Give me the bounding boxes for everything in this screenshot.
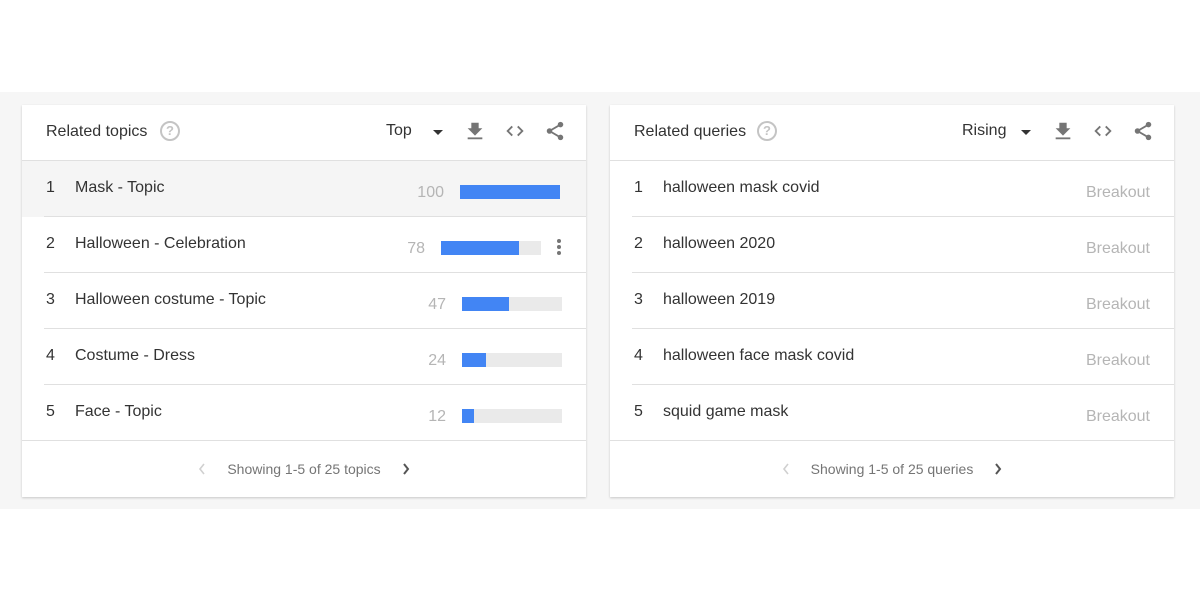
rank: 5 — [46, 403, 55, 420]
topic-bar-fill — [441, 241, 519, 255]
topic-label[interactable]: Face - Topic — [75, 403, 162, 421]
related-topics-card: Related topics ? Top 1 Mask - Topic 100 … — [22, 105, 586, 497]
chevron-left-icon — [199, 463, 205, 475]
rank: 2 — [634, 235, 643, 252]
prev-page-button[interactable] — [195, 459, 209, 479]
help-icon[interactable]: ? — [757, 121, 777, 141]
next-page-button[interactable] — [399, 459, 413, 479]
pagination-text: Showing 1-5 of 25 topics — [227, 461, 381, 477]
topic-bar-fill — [460, 185, 560, 199]
topic-label[interactable]: Costume - Dress — [75, 347, 195, 365]
topic-row[interactable]: 4 Costume - Dress 24 — [22, 329, 586, 385]
query-row[interactable]: 1 halloween mask covid Breakout — [610, 161, 1174, 217]
query-label[interactable]: halloween mask covid — [663, 179, 820, 197]
topic-bar — [462, 409, 562, 423]
pagination-text: Showing 1-5 of 25 queries — [810, 461, 974, 477]
card-title: Related queries — [634, 123, 747, 140]
topic-bar-fill — [462, 409, 474, 423]
query-label[interactable]: squid game mask — [663, 403, 788, 421]
query-label[interactable]: halloween face mask covid — [663, 347, 854, 365]
rank: 4 — [46, 347, 55, 364]
rank: 3 — [46, 291, 55, 308]
topic-value: 12 — [428, 408, 446, 425]
query-value: Breakout — [1085, 184, 1150, 201]
related-queries-card: Related queries ? Rising 1 halloween mas… — [610, 105, 1174, 497]
topic-bar — [441, 241, 541, 255]
query-value: Breakout — [1085, 240, 1150, 257]
query-label[interactable]: halloween 2019 — [663, 291, 775, 309]
rank: 4 — [634, 347, 643, 364]
share-icon[interactable] — [1132, 120, 1154, 142]
card-header: Related topics ? Top — [22, 105, 586, 161]
card-title: Related topics — [46, 123, 148, 140]
topic-value: 78 — [407, 240, 425, 257]
topic-value: 100 — [417, 184, 444, 201]
query-value: Breakout — [1085, 296, 1150, 313]
query-label[interactable]: halloween 2020 — [663, 235, 775, 253]
next-page-button[interactable] — [991, 459, 1005, 479]
more-vert-icon[interactable] — [556, 239, 562, 257]
rank: 2 — [46, 235, 55, 252]
caret-down-icon[interactable] — [1021, 130, 1031, 135]
help-icon[interactable]: ? — [160, 121, 180, 141]
card-footer: Showing 1-5 of 25 topics — [22, 441, 586, 497]
topic-row[interactable]: 1 Mask - Topic 100 — [22, 161, 586, 217]
prev-page-button[interactable] — [779, 459, 793, 479]
query-row[interactable]: 4 halloween face mask covid Breakout — [610, 329, 1174, 385]
topic-label[interactable]: Halloween costume - Topic — [75, 291, 266, 309]
query-row[interactable]: 2 halloween 2020 Breakout — [610, 217, 1174, 273]
topic-row[interactable]: 3 Halloween costume - Topic 47 — [22, 273, 586, 329]
topic-bar — [460, 185, 560, 199]
topic-label[interactable]: Halloween - Celebration — [75, 235, 246, 253]
chevron-right-icon — [402, 463, 409, 475]
embed-code-icon[interactable] — [1092, 120, 1114, 142]
card-footer: Showing 1-5 of 25 queries — [610, 441, 1174, 497]
topic-bar — [462, 353, 562, 367]
embed-code-icon[interactable] — [504, 120, 526, 142]
topics-type-selector[interactable]: Top — [386, 122, 412, 140]
rank: 1 — [634, 179, 643, 196]
pagination: Showing 1-5 of 25 queries — [610, 441, 1174, 497]
topic-row[interactable]: 5 Face - Topic 12 — [22, 385, 586, 441]
chevron-right-icon — [995, 463, 1002, 475]
topic-label[interactable]: Mask - Topic — [75, 179, 165, 197]
query-value: Breakout — [1085, 352, 1150, 369]
rank: 3 — [634, 291, 643, 308]
topic-bar — [462, 297, 562, 311]
topic-row[interactable]: 2 Halloween - Celebration 78 — [22, 217, 586, 273]
queries-type-selector[interactable]: Rising — [962, 122, 1006, 140]
caret-down-icon[interactable] — [433, 130, 443, 135]
rank: 5 — [634, 403, 643, 420]
download-icon[interactable] — [464, 120, 486, 142]
share-icon[interactable] — [544, 120, 566, 142]
pagination: Showing 1-5 of 25 topics — [22, 441, 586, 497]
download-icon[interactable] — [1052, 120, 1074, 142]
query-value: Breakout — [1085, 408, 1150, 425]
topic-bar-fill — [462, 353, 486, 367]
rank: 1 — [46, 179, 55, 196]
query-row[interactable]: 5 squid game mask Breakout — [610, 385, 1174, 441]
chevron-left-icon — [782, 463, 789, 475]
topic-value: 47 — [428, 296, 446, 313]
card-header: Related queries ? Rising — [610, 105, 1174, 161]
topic-bar-fill — [462, 297, 509, 311]
topic-value: 24 — [428, 352, 446, 369]
query-row[interactable]: 3 halloween 2019 Breakout — [610, 273, 1174, 329]
